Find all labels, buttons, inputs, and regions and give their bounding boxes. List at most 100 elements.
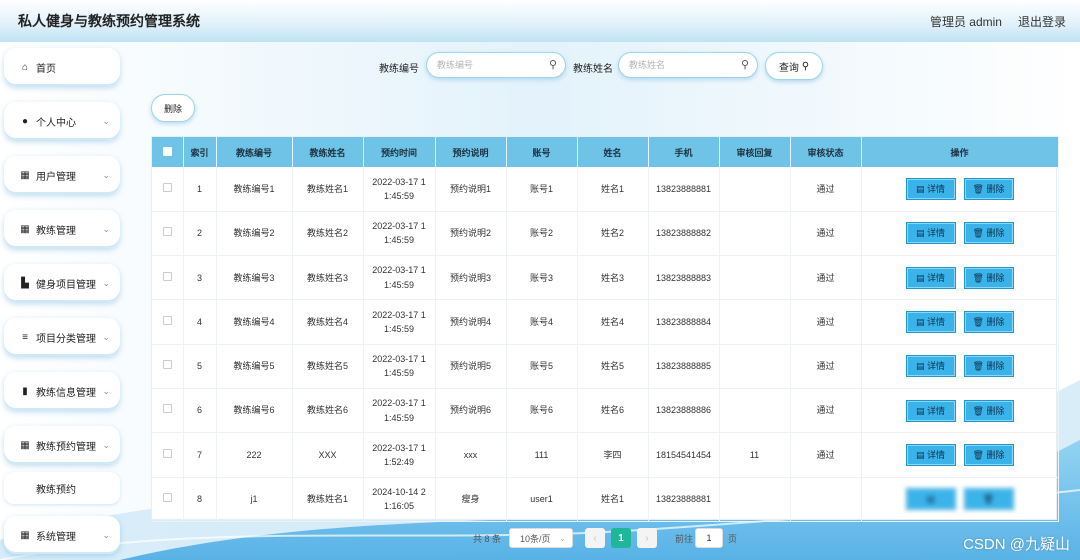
cell-actions: ▤ 详情 🗑 删除 (861, 388, 1059, 434)
chevron-down-icon: ⌄ (102, 115, 110, 126)
time-line-1: 2022-03-17 1 (372, 265, 426, 276)
logout-link[interactable]: 退出登录 (1018, 13, 1066, 30)
cell-index: 2 (183, 211, 217, 257)
detail-label: 详情 (927, 228, 946, 239)
cell-name: 姓名1 (577, 477, 649, 522)
trash-icon: 🗑 (972, 272, 987, 283)
detail-button[interactable]: ▤ 详情 (905, 443, 956, 466)
trash-icon: 🗑 (972, 361, 987, 372)
detail-button[interactable]: ▤ 详情 (905, 177, 956, 200)
main-content: 教练编号 ⚲ 教练姓名 ⚲ 查询 ⚲ 删除 索引教练编号教练姓名预约时间预约说明… (127, 42, 1080, 560)
cell-coach-name: 教练姓名4 (292, 299, 364, 345)
grid-icon: ▦ (20, 223, 30, 235)
next-page-button[interactable]: › (637, 528, 657, 548)
current-user[interactable]: 管理员 admin (930, 13, 1002, 30)
detail-icon: ▤ (915, 183, 927, 194)
cell-status: 通过 (790, 432, 862, 478)
time-line-2: 1:16:05 (383, 501, 415, 512)
row-checkbox[interactable] (162, 404, 172, 414)
goto-page-input[interactable] (695, 528, 723, 548)
delete-button[interactable]: 🗑 删除 (963, 399, 1014, 422)
cell-note: 预约说明3 (435, 255, 507, 301)
table-row: 8 j1 教练姓名1 2024-10-14 2 1:16:05 瘦身 user1 姓名1 138… (152, 477, 1059, 522)
cell-account: user1 (506, 477, 578, 522)
row-checkbox[interactable] (162, 315, 172, 325)
detail-icon: ▤ (915, 228, 927, 239)
time-line-2: 1:45:59 (383, 279, 415, 290)
cell-phone: 13823888882 (648, 211, 720, 257)
search-icon: ⚲ (549, 59, 558, 71)
delete-button[interactable]: 🗑 删除 (963, 177, 1014, 200)
cell-index: 8 (183, 477, 217, 522)
delete-button[interactable]: 🗑 删除 (963, 443, 1014, 466)
sidebar-item-6[interactable]: ▮ 教练信息管理 ⌄ (4, 372, 120, 410)
cell-account: 账号6 (506, 388, 578, 434)
time-line-2: 1:45:59 (383, 235, 415, 246)
select-all-header[interactable] (152, 137, 184, 167)
row-checkbox[interactable] (162, 448, 172, 458)
column-header: 索引 (183, 137, 217, 167)
delete-label: 删除 (986, 361, 1005, 372)
cell-coach-name: XXX (292, 432, 364, 478)
cell-coach-no: 教练编号5 (216, 344, 293, 389)
row-checkbox[interactable] (162, 227, 172, 237)
delete-button[interactable]: 🗑 删除 (963, 355, 1014, 378)
chevron-down-icon: ⌄ (102, 223, 110, 234)
cell-time: 2022-03-17 1 1:45:59 (363, 299, 436, 345)
current-page[interactable]: 1 (611, 528, 631, 548)
detail-label: 详情 (927, 449, 946, 460)
table-row: 4 教练编号4 教练姓名4 2022-03-17 1 1:45:59 预约说明4 账号4 姓名… (152, 299, 1059, 345)
bulk-delete-button[interactable]: 删除 (151, 94, 195, 122)
row-checkbox[interactable] (162, 271, 172, 281)
query-button[interactable]: 查询 ⚲ (765, 52, 823, 80)
detail-icon: ▤ (915, 361, 927, 372)
sidebar-item-2[interactable]: ▦ 用户管理 ⌄ (4, 156, 120, 194)
sidebar-item-8[interactable]: ▦ 系统管理 ⌄ (4, 516, 120, 554)
sidebar-item-1[interactable]: ● 个人中心 ⌄ (4, 102, 120, 140)
cell-account: 账号1 (506, 167, 578, 212)
delete-button[interactable]: 🗑 删除 (963, 311, 1014, 334)
coach-name-input[interactable] (618, 52, 758, 78)
cell-account: 账号3 (506, 255, 578, 301)
coach-no-input[interactable] (426, 52, 566, 78)
sidebar-item-5[interactable]: ≡ 项目分类管理 ⌄ (4, 318, 120, 356)
detail-icon: ▤ (915, 272, 927, 283)
detail-button[interactable]: ▤ 详情 (905, 399, 956, 422)
cell-time: 2022-03-17 1 1:45:59 (363, 344, 436, 389)
row-checkbox[interactable] (162, 360, 172, 370)
row-checkbox[interactable] (162, 182, 172, 192)
sidebar-item-7[interactable]: ▦ 教练预约管理 ⌄ (4, 426, 120, 464)
delete-button[interactable]: 🗑 删除 (963, 222, 1014, 245)
detail-button[interactable]: ▤ 详情 (905, 266, 956, 289)
time-line-2: 1:45:59 (383, 368, 415, 379)
time-line-1: 2022-03-17 1 (372, 442, 426, 453)
select-all-checkbox[interactable] (162, 146, 172, 156)
delete-button[interactable]: 🗑 (963, 488, 1014, 511)
row-checkbox[interactable] (162, 493, 172, 503)
prev-page-button[interactable]: ‹ (585, 528, 605, 548)
chevron-down-icon: ⌄ (102, 529, 110, 540)
detail-button[interactable]: ▤ (905, 488, 956, 511)
list-icon: ≡ (22, 331, 28, 343)
column-header: 审核状态 (790, 137, 862, 167)
delete-button[interactable]: 🗑 删除 (963, 266, 1014, 289)
goto-label: 前往 (675, 534, 694, 544)
page-size-select[interactable]: 10条/页 ⌄ (509, 528, 573, 548)
delete-label: 删除 (986, 183, 1005, 194)
chevron-down-icon: ⌄ (559, 533, 566, 543)
sidebar-subitem-appointments[interactable]: 教练预约 (4, 472, 120, 504)
cell-coach-name: 教练姓名3 (292, 255, 364, 301)
detail-button[interactable]: ▤ 详情 (905, 222, 956, 245)
detail-button[interactable]: ▤ 详情 (905, 311, 956, 334)
cell-time: 2022-03-17 1 1:45:59 (363, 211, 436, 257)
cell-time: 2022-03-17 1 1:45:59 (363, 167, 436, 212)
sidebar-item-4[interactable]: ▙ 健身项目管理 ⌄ (4, 264, 120, 302)
detail-button[interactable]: ▤ 详情 (905, 355, 956, 378)
sidebar-item-0[interactable]: ⌂ 首页 (4, 48, 120, 86)
cell-status: 通过 (790, 167, 862, 212)
detail-label: 详情 (927, 272, 946, 283)
sidebar-item-3[interactable]: ▦ 教练管理 ⌄ (4, 210, 120, 248)
time-line-1: 2022-03-17 1 (372, 398, 426, 409)
cell-status: 通过 (790, 344, 862, 389)
cell-status: 通过 (790, 255, 862, 301)
